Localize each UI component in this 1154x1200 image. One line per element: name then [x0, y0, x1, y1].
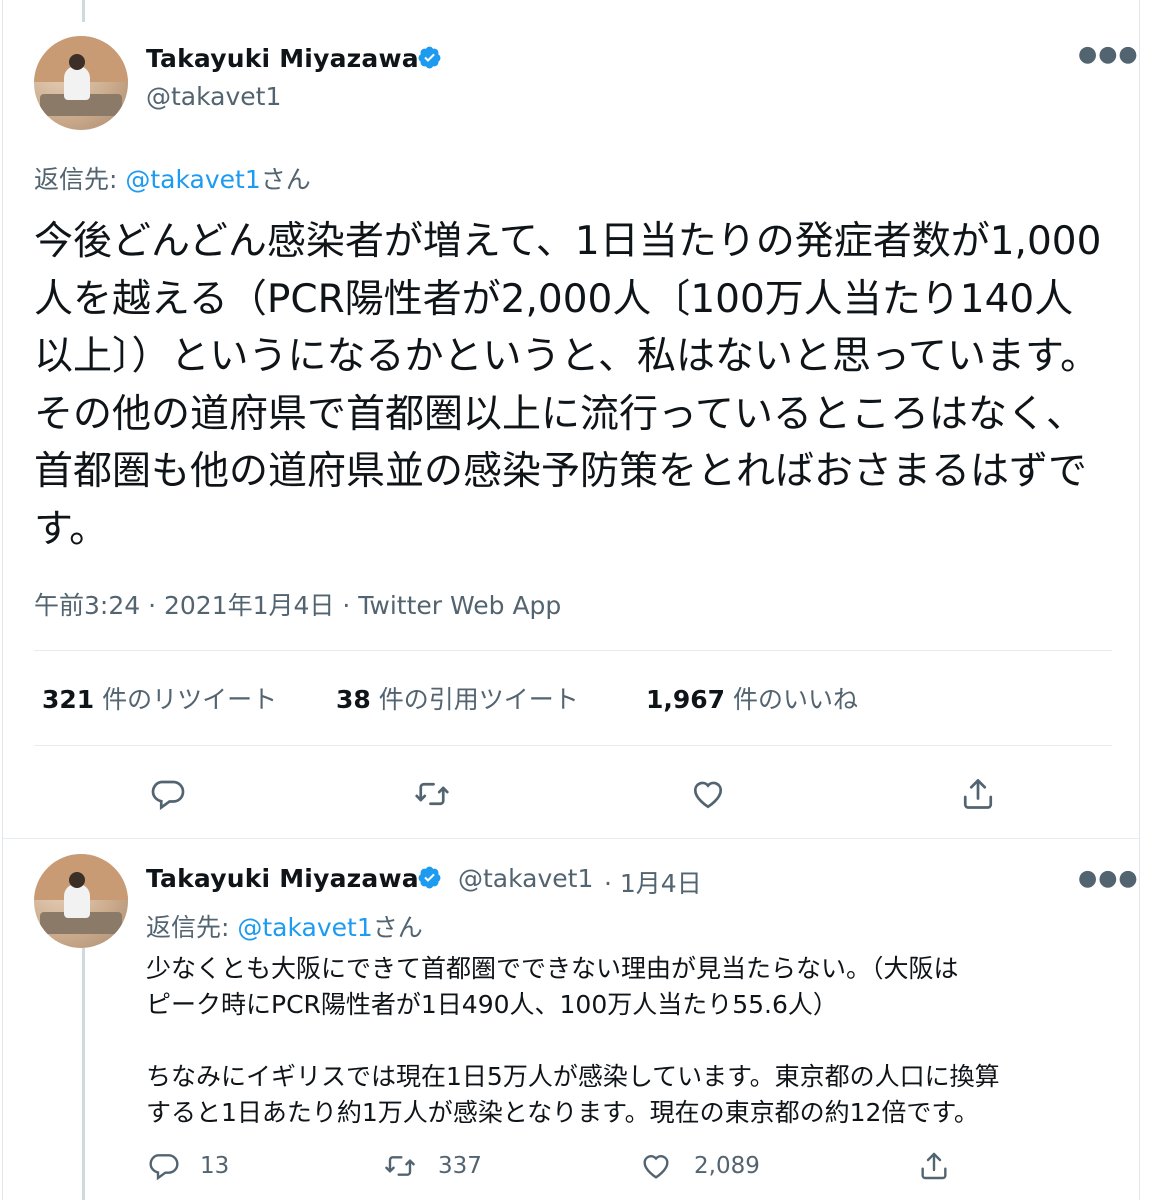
- retweet-icon[interactable]: [414, 776, 450, 812]
- like-icon[interactable]: [690, 776, 726, 812]
- reply-prefix: 返信先:: [34, 165, 126, 194]
- tweet-separator: [3, 838, 1139, 839]
- reply-author-name[interactable]: Takayuki Miyazawa: [146, 864, 419, 893]
- quotes-label: 件の引用ツイート: [378, 685, 579, 714]
- reply-count: 13: [200, 1153, 230, 1179]
- likes-count: 1,967: [646, 685, 726, 714]
- author-handle[interactable]: @takavet1: [146, 82, 281, 111]
- retweet-icon[interactable]: [384, 1150, 420, 1186]
- more-icon[interactable]: ●●●: [1078, 42, 1139, 67]
- verified-badge-icon: [418, 866, 441, 889]
- reply-to-handle[interactable]: @takavet1: [125, 165, 260, 194]
- thread-line: [82, 0, 85, 22]
- likes-stat[interactable]: 1,967 件のいいね: [646, 680, 858, 716]
- verified-badge-icon: [418, 46, 441, 69]
- divider: [34, 745, 1112, 746]
- author-name[interactable]: Takayuki Miyazawa: [146, 44, 419, 73]
- reply-icon[interactable]: [148, 1150, 184, 1186]
- retweet-count: 337: [438, 1153, 482, 1179]
- retweets-count: 321: [42, 685, 95, 714]
- quotes-count: 38: [336, 685, 371, 714]
- retweets-stat[interactable]: 321 件のリツイート: [42, 680, 277, 716]
- like-count: 2,089: [694, 1153, 760, 1179]
- tweet-text: 今後どんどん感染者が増えて、1日当たりの発症者数が1,000人を越える（PCR陽…: [34, 219, 1102, 552]
- reply-to-line: 返信先: @takavet1さん: [146, 908, 423, 944]
- reply-suffix: さん: [260, 165, 311, 194]
- tweet-timestamp[interactable]: 午前3:24 · 2021年1月4日 · Twitter Web App: [34, 586, 561, 622]
- reply-author-handle[interactable]: @takavet1: [458, 864, 593, 893]
- retweets-label: 件のリツイート: [102, 685, 278, 714]
- share-icon[interactable]: [960, 776, 996, 812]
- thread-line: [82, 948, 85, 1200]
- more-icon[interactable]: ●●●: [1078, 866, 1139, 891]
- likes-label: 件のいいね: [733, 685, 859, 714]
- reply-icon[interactable]: [150, 776, 186, 812]
- divider: [34, 650, 1112, 651]
- quotes-stat[interactable]: 38 件の引用ツイート: [336, 680, 579, 716]
- reply-to-line: 返信先: @takavet1さん: [34, 160, 311, 196]
- avatar[interactable]: [34, 854, 128, 948]
- reply-to-handle[interactable]: @takavet1: [237, 913, 372, 942]
- frame-border-right: [1139, 0, 1140, 1200]
- avatar[interactable]: [34, 36, 128, 130]
- frame-border-left: [2, 0, 3, 1200]
- share-icon[interactable]: [918, 1150, 954, 1186]
- reply-tweet-text: 少なくとも大阪にできて首都圏でできない理由が見当たらない。（大阪は ピーク時にP…: [146, 954, 1000, 1127]
- reply-date[interactable]: · 1月4日: [604, 864, 702, 900]
- reply-prefix: 返信先:: [146, 913, 238, 942]
- like-icon[interactable]: [640, 1150, 676, 1186]
- reply-suffix: さん: [372, 913, 423, 942]
